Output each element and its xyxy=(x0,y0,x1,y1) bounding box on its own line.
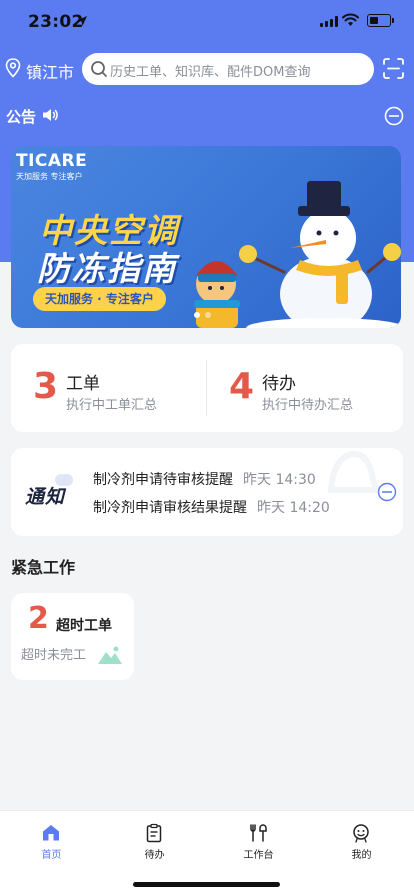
overdue-order-card[interactable]: 2 超时工单 超时未完工 xyxy=(11,593,134,680)
banner-pagination xyxy=(194,312,211,318)
overdue-count: 2 xyxy=(28,601,49,636)
bell-watermark-icon xyxy=(327,450,381,493)
search-icon xyxy=(91,61,107,77)
overdue-subtitle: 超时未完工 xyxy=(21,648,87,663)
stats-card: 3 工单 执行中工单汇总 4 待办 执行中待办汇总 xyxy=(11,344,403,432)
section-title: 紧急工作 xyxy=(11,558,76,577)
search-placeholder: 历史工单、知识库、配件DOM查询 xyxy=(110,65,311,80)
status-bar: 23:02 xyxy=(0,0,414,46)
todo-title: 待办 xyxy=(262,374,296,394)
banner-dot xyxy=(194,312,200,318)
home-icon xyxy=(43,825,59,841)
banner-dot xyxy=(205,312,211,318)
location-arrow-icon xyxy=(77,16,87,26)
tab-profile[interactable]: 我的 xyxy=(310,811,413,869)
work-order-title: 工单 xyxy=(66,374,100,394)
notification-item[interactable]: 制冷剂申请审核结果提醒 昨天 14:20 xyxy=(93,497,330,517)
work-order-count: 3 xyxy=(33,366,59,407)
notice-label: 公告 xyxy=(6,108,37,126)
promo-banner[interactable]: TICARE 天加服务 专注客户 中央空调 防冻指南 天加服务 · 专注客户 xyxy=(11,146,401,328)
tab-label: 待办 xyxy=(144,850,165,861)
speaker-icon xyxy=(43,109,58,121)
more-circle-icon[interactable] xyxy=(384,106,404,126)
todo-count: 4 xyxy=(229,366,255,407)
wifi-icon xyxy=(342,13,359,26)
todo-stat[interactable]: 4 待办 执行中待办汇总 xyxy=(207,344,403,432)
tab-home[interactable]: 首页 xyxy=(0,811,103,869)
notification-card[interactable]: 通知 制冷剂申请待审核提醒 昨天 14:30 制冷剂申请审核结果提醒 昨天 14:2… xyxy=(11,448,403,536)
todo-subtitle: 执行中待办汇总 xyxy=(262,398,354,413)
notification-date: 昨天 14:30 xyxy=(243,472,316,488)
more-circle-icon[interactable] xyxy=(377,482,397,502)
tab-label: 工作台 xyxy=(243,850,274,861)
banner-title-line2: 防冻指南 xyxy=(37,249,177,288)
work-order-stat[interactable]: 3 工单 执行中工单汇总 xyxy=(11,344,206,432)
overdue-title: 超时工单 xyxy=(56,618,112,634)
tab-workbench[interactable]: 工作台 xyxy=(207,811,310,869)
tab-label: 我的 xyxy=(351,850,372,861)
battery-icon xyxy=(367,14,391,27)
notification-text: 制冷剂申请待审核提醒 xyxy=(93,472,233,488)
mountain-icon xyxy=(98,646,122,664)
notification-logo: 通知 xyxy=(25,486,66,508)
profile-icon xyxy=(353,824,369,843)
tab-label: 首页 xyxy=(41,850,62,861)
home-indicator xyxy=(133,882,280,887)
scan-icon[interactable] xyxy=(383,58,404,79)
city-selector[interactable]: 镇江市 xyxy=(26,59,74,83)
snowman-illustration xyxy=(194,181,401,328)
notification-item[interactable]: 制冷剂申请待审核提醒 昨天 14:30 xyxy=(93,469,316,489)
work-order-subtitle: 执行中工单汇总 xyxy=(66,398,158,413)
banner-brand-sub: 天加服务 专注客户 xyxy=(16,172,83,181)
notification-text: 制冷剂申请审核结果提醒 xyxy=(93,500,247,516)
notification-date: 昨天 14:20 xyxy=(257,500,330,516)
header: 镇江市 历史工单、知识库、配件DOM查询 xyxy=(0,52,414,86)
battery-cap xyxy=(392,18,394,23)
search-input[interactable]: 历史工单、知识库、配件DOM查询 xyxy=(82,53,374,85)
signal-icon xyxy=(320,16,338,27)
tools-icon xyxy=(250,824,267,842)
notice-bar[interactable]: 公告 xyxy=(0,104,414,128)
tab-todo[interactable]: 待办 xyxy=(103,811,206,869)
banner-slogan-pill: 天加服务 · 专注客户 xyxy=(33,287,166,311)
location-pin-icon[interactable] xyxy=(5,58,21,78)
clipboard-icon xyxy=(146,823,162,843)
banner-brand: TICARE xyxy=(16,151,88,171)
